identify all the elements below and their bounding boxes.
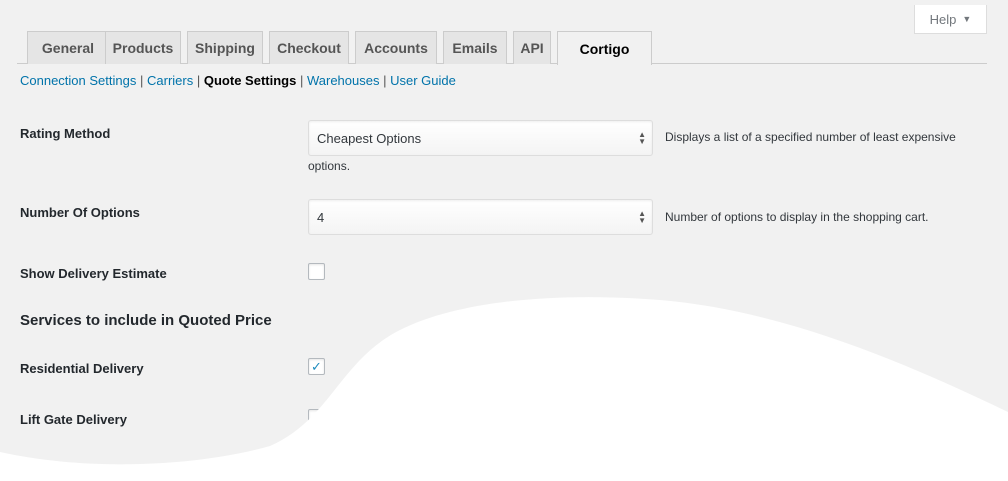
decorative-wave-overlay bbox=[0, 297, 1008, 481]
